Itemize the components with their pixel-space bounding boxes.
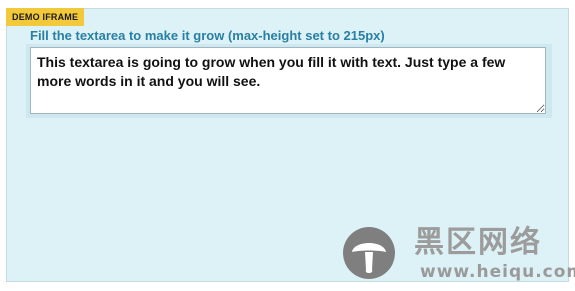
watermark: 黑区网络 www.heiqu.com <box>338 224 575 286</box>
watermark-url: www.heiqu.com <box>420 262 575 282</box>
mushroom-icon <box>342 226 396 280</box>
textarea-label: Fill the textarea to make it grow (max-h… <box>30 28 385 43</box>
demo-iframe-badge: DEMO IFRAME <box>6 8 85 26</box>
watermark-name: 黑区网络 <box>414 225 542 260</box>
autogrow-textarea[interactable]: This textarea is going to grow when you … <box>30 47 546 114</box>
textarea-container: This textarea is going to grow when you … <box>26 44 552 118</box>
